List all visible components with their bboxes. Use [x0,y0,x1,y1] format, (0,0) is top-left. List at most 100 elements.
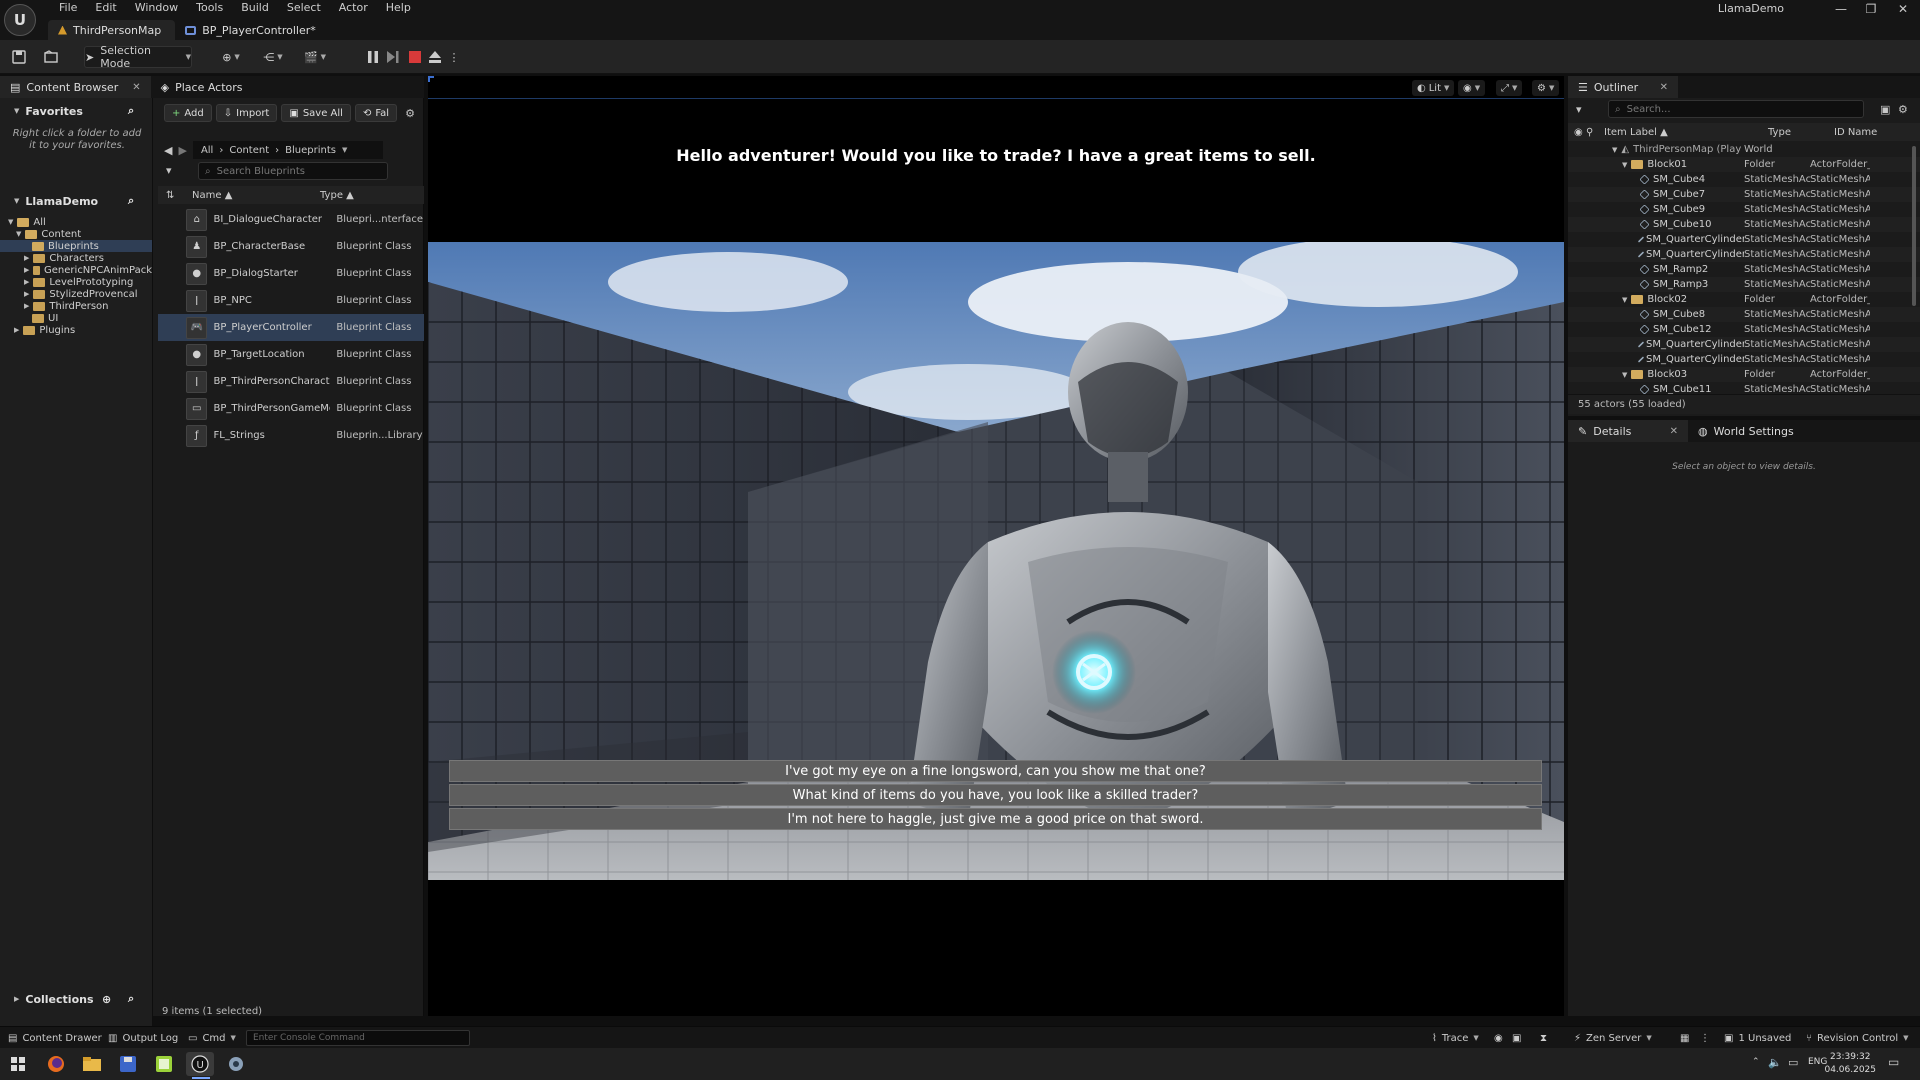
doc-tab-map[interactable]: ThirdPersonMap [48,20,176,40]
project-header[interactable]: ▼ LlamaDemo ⌕ [0,190,152,212]
game-app-icon[interactable] [222,1052,250,1076]
breadcrumb-all[interactable]: All [201,145,213,156]
menu-build[interactable]: Build [232,0,278,16]
outliner-row-folder[interactable]: ▼Block01 FolderActorFolder_U [1568,157,1920,172]
outliner-row-mesh[interactable]: SM_Cube7 StaticMeshActStaticMeshAct [1568,187,1920,202]
column-type[interactable]: Type ▲ [314,190,410,201]
breadcrumb-blueprints[interactable]: Blueprints [285,145,336,156]
tree-node-plugins[interactable]: ▶ Plugins [0,324,152,336]
close-window-button[interactable]: ✕ [1886,0,1920,18]
output-log-button[interactable]: ▥ Output Log [108,1027,178,1049]
back-icon[interactable]: ◀ [164,144,172,157]
outliner-row-mesh[interactable]: SM_Ramp3 StaticMeshActStaticMeshAct [1568,277,1920,292]
outliner-scrollbar[interactable] [1912,146,1916,306]
selection-mode-dropdown[interactable]: ➤ Selection Mode ▼ [84,44,192,70]
notifications-icon[interactable]: ▭ [1888,1055,1899,1069]
asset-row[interactable]: ● BP_DialogStarter Blueprint Class [158,260,424,287]
asset-row[interactable]: ▭ BP_ThirdPersonGameMode Blueprint Class [158,395,424,422]
asset-row[interactable]: ♟ BP_CharacterBase Blueprint Class [158,233,424,260]
outliner-row-folder[interactable]: ▼Block02 FolderActorFolder_U [1568,292,1920,307]
menu-edit[interactable]: Edit [86,0,125,16]
console-command-input[interactable]: Enter Console Command [246,1030,470,1046]
firefox-icon[interactable] [42,1052,70,1076]
cinematics-button[interactable]: 🎬 ▼ [300,46,330,68]
asset-row[interactable]: ǀ BP_ThirdPersonCharacter Blueprint Clas… [158,368,424,395]
menu-tools[interactable]: Tools [187,0,232,16]
outliner-row-folder[interactable]: ▼Block03 FolderActorFolder_U [1568,367,1920,382]
content-drawer-button[interactable]: ▤ Content Drawer [8,1027,102,1049]
save-icon[interactable] [8,46,30,68]
level-viewport[interactable]: ◐ Lit ▼ ◉ ▼ ⤢ ▼ ⚙ ▼ Hello adventurer! Would y… [428,76,1564,1016]
eject-button[interactable] [426,46,444,68]
menu-help[interactable]: Help [377,0,420,16]
asset-row[interactable]: ǀ BP_NPC Blueprint Class [158,287,424,314]
outliner-row-mesh[interactable]: SM_QuarterCylinder6 StaticMeshAct StaticM… [1568,247,1920,262]
snap-button[interactable]: ⤢ ▼ [1496,80,1523,96]
tree-node-genericnpcanimpack[interactable]: ▶ GenericNPCAnimPack [0,264,152,276]
add-collection-icon[interactable]: ⊕ [102,993,111,1006]
visibility-eye-icon[interactable]: ◉ [1568,127,1586,138]
tree-node-levelprototyping[interactable]: ▶ LevelPrototyping [0,276,152,288]
blueprints-button[interactable]: ⋲ ▼ [258,46,288,68]
tab-world-settings[interactable]: ◍ World Settings [1688,420,1804,442]
tree-node-stylizedprovencal[interactable]: ▶ StylizedProvencal [0,288,152,300]
file-explorer-icon[interactable] [78,1052,106,1076]
tree-node-all[interactable]: ▼ All [0,216,152,228]
more-options-icon[interactable]: ⋮ [1700,1027,1710,1049]
browse-icon[interactable] [40,46,62,68]
tree-node-characters[interactable]: ▶ Characters [0,252,152,264]
restore-button[interactable]: ❐ [1854,0,1888,18]
tab-content-browser[interactable]: ▤ Content Browser ✕ [0,76,151,98]
frame-skip-button[interactable] [384,46,402,68]
tab-place-actors[interactable]: ◈ Place Actors [151,76,253,98]
tree-node-ui[interactable]: UI [0,312,152,324]
menu-window[interactable]: Window [126,0,187,16]
system-clock[interactable]: 23:39:32 04.06.2025 [1824,1051,1876,1077]
network-icon[interactable]: ▭ [1788,1056,1798,1069]
asset-row[interactable]: ⌂ BI_DialogueCharacter Bluepri...nterfac… [158,206,424,233]
screenshot-icon[interactable]: ▣ [1512,1027,1521,1049]
outliner-row-mesh[interactable]: SM_QuarterCylinder3 StaticMeshAct StaticM… [1568,232,1920,247]
forward-icon[interactable]: ▶ [178,144,186,157]
outliner-search-input[interactable]: ⌕ Search... [1608,100,1864,118]
collections-header[interactable]: ▶ Collections ⊕ ⌕ [0,988,152,1010]
tree-node-thirdperson[interactable]: ▶ ThirdPerson [0,300,152,312]
trace-dropdown[interactable]: ⌇ Trace ▼ [1432,1027,1479,1049]
zen-server-dropdown[interactable]: ⚡ Zen Server ▼ [1574,1027,1652,1049]
settings-gear-icon[interactable]: ⚙ [1898,103,1908,116]
search-blueprints-input[interactable]: ⌕ Search Blueprints [198,162,388,180]
tree-node-content[interactable]: ▼ Content [0,228,152,240]
lit-mode-button[interactable]: ◐ Lit ▼ [1412,80,1455,96]
dialogue-choice-1[interactable]: I've got my eye on a fine longsword, can… [449,760,1542,782]
asset-row[interactable]: 🎮 BP_PlayerController Blueprint Class [158,314,424,341]
outliner-row-mesh[interactable]: SM_Cube9 StaticMeshActStaticMeshAct [1568,202,1920,217]
save-all-button[interactable]: ▣ Save All [281,104,351,122]
outliner-row-mesh[interactable]: SM_QuarterCylinder2 StaticMeshAct StaticM… [1568,352,1920,367]
column-type[interactable]: Type [1768,127,1834,138]
floppy-app-icon[interactable] [114,1052,142,1076]
outliner-row-mesh[interactable]: SM_Cube10 StaticMeshActStaticMeshAct [1568,217,1920,232]
asset-row[interactable]: ƒ FL_Strings Blueprin...Library [158,422,424,449]
record-icon[interactable]: ◉ [1494,1027,1503,1049]
derived-data-icon[interactable]: ▦ [1680,1027,1689,1049]
unreal-logo-icon[interactable]: U [4,4,36,36]
outliner-row-mesh[interactable]: SM_Cube11 StaticMeshActStaticMeshAct [1568,382,1920,394]
more-options-icon[interactable]: ⋮ [448,46,460,68]
unreal-editor-taskbar-icon[interactable]: U [186,1052,214,1076]
windows-start-icon[interactable] [4,1052,32,1076]
add-button[interactable]: + Add [164,104,212,122]
close-icon[interactable]: ✕ [1670,426,1678,437]
chevron-down-icon[interactable]: ▼ [342,146,347,154]
outliner-row-mesh[interactable]: SM_Cube12 StaticMeshActStaticMeshAct [1568,322,1920,337]
outliner-row-mesh[interactable]: SM_Ramp2 StaticMeshActStaticMeshAct [1568,262,1920,277]
filter-icon[interactable]: ▾ [1576,103,1582,116]
fab-button[interactable]: ⟲ Fal [354,104,398,122]
import-button[interactable]: ⇩ Import [215,104,278,122]
tree-node-blueprints[interactable]: Blueprints [0,240,152,252]
tray-chevron-icon[interactable]: ⌃ [1752,1057,1760,1067]
minimize-button[interactable]: — [1824,0,1858,18]
search-icon[interactable]: ⌕ [128,104,134,118]
outliner-row-mesh[interactable]: SM_Cube8 StaticMeshActStaticMeshAct [1568,307,1920,322]
outliner-row-world[interactable]: ▼◭ThirdPersonMap (Play In Editor) World [1568,142,1920,157]
pause-button[interactable] [364,46,382,68]
